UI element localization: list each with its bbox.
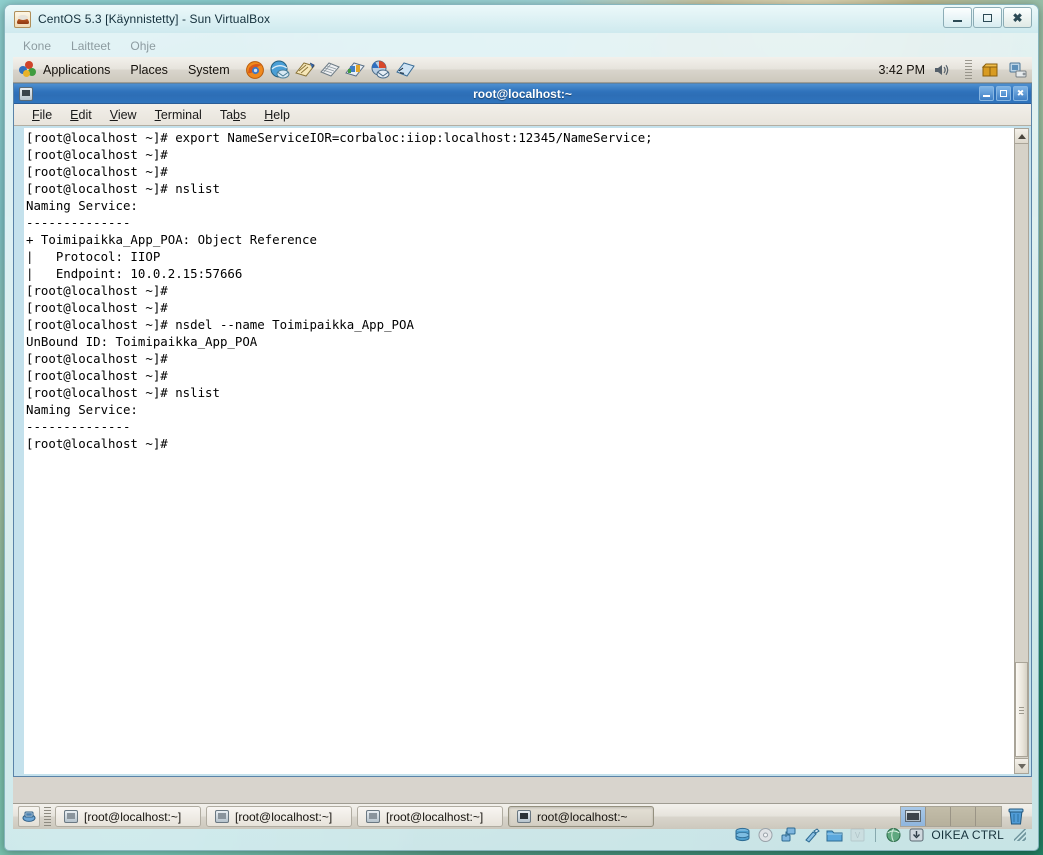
terminal-menu-edit[interactable]: Edit — [62, 106, 100, 124]
terminal-scrollbar[interactable] — [1014, 128, 1029, 774]
vbox-menu-machine[interactable]: Kone — [23, 39, 51, 53]
terminal-menu-tabs[interactable]: Tabs — [212, 106, 254, 124]
terminal-close-button[interactable]: ✖ — [1013, 86, 1028, 101]
terminal-screen[interactable]: [root@localhost ~]# export NameServiceIO… — [24, 128, 1014, 774]
openoffice-impress-launcher-icon[interactable] — [344, 59, 366, 80]
terminal-window-title: root@localhost:~ — [473, 86, 572, 101]
panel-menu-places[interactable]: Places — [128, 61, 170, 79]
task-button-label: [root@localhost:~] — [235, 809, 333, 824]
scrollbar-thumb[interactable] — [1015, 662, 1028, 757]
evolution-launcher-icon[interactable] — [269, 59, 291, 80]
gnome-panel-launchers — [244, 59, 416, 80]
resize-grip-icon[interactable] — [1014, 829, 1026, 841]
vbox-menu-devices[interactable]: Laitteet — [71, 39, 110, 53]
shared-folders-icon[interactable] — [826, 827, 843, 843]
help-launcher-icon[interactable] — [369, 59, 391, 80]
maximize-icon — [983, 13, 992, 22]
scroll-up-icon[interactable] — [1015, 129, 1028, 144]
svg-text:V: V — [855, 831, 861, 840]
panel-menu-applications[interactable]: Applications — [41, 61, 112, 79]
virtualbox-titlebar[interactable]: CentOS 5.3 [Käynnistetty] - Sun VirtualB… — [5, 5, 1038, 33]
openoffice-calc-launcher-icon[interactable] — [319, 59, 341, 80]
task-button-label: root@localhost:~ — [537, 809, 628, 824]
task-button-label: [root@localhost:~] — [84, 809, 182, 824]
terminal-menu-terminal[interactable]: Terminal — [147, 106, 210, 124]
virtualbox-window-title: CentOS 5.3 [Käynnistetty] - Sun VirtualB… — [38, 12, 271, 26]
scroll-down-icon[interactable] — [1015, 758, 1028, 773]
task-button-label: [root@localhost:~] — [386, 809, 484, 824]
firefox-launcher-icon[interactable] — [244, 59, 266, 80]
package-updater-icon[interactable] — [980, 60, 1000, 80]
host-key-label: OIKEA CTRL — [931, 828, 1004, 842]
chevron-down-icon — [1017, 763, 1026, 769]
terminal-minimize-button[interactable] — [979, 86, 994, 101]
panel-menu-system[interactable]: System — [186, 61, 232, 79]
cd-dvd-icon[interactable] — [757, 827, 774, 843]
close-button[interactable]: ✖ — [1003, 7, 1032, 28]
panel-drawer-grip[interactable] — [965, 59, 972, 80]
virtualbox-window-buttons: ✖ — [943, 7, 1032, 28]
virtualization-icon[interactable] — [885, 827, 902, 843]
terminal-body: [root@localhost ~]# export NameServiceIO… — [14, 126, 1031, 776]
network-icon[interactable] — [780, 827, 797, 843]
virtualbox-statusbar: V OIKEA CTRL — [13, 824, 1032, 846]
terminal-maximize-button[interactable] — [996, 86, 1011, 101]
terminal-menu-view[interactable]: View — [102, 106, 145, 124]
panel-clock[interactable]: 3:42 PM — [878, 63, 925, 77]
minimize-icon — [983, 95, 990, 97]
terminal-menubar: File Edit View Terminal Tabs Help — [14, 104, 1031, 126]
statusbar-divider — [875, 828, 877, 842]
maximize-icon — [1000, 90, 1007, 97]
vrdp-icon[interactable]: V — [849, 827, 866, 843]
gnome-foot-icon[interactable] — [19, 61, 36, 78]
gnome-panel-tray: 3:42 PM — [878, 59, 1032, 80]
minimize-icon — [953, 19, 962, 22]
terminal-menu-file[interactable]: File — [24, 106, 60, 124]
virtualbox-window: CentOS 5.3 [Käynnistetty] - Sun VirtualB… — [4, 4, 1039, 851]
close-icon: ✖ — [1016, 88, 1025, 98]
host-key-icon[interactable] — [908, 827, 925, 843]
usb-icon[interactable] — [803, 827, 821, 843]
centos-icon — [14, 10, 31, 28]
volume-icon[interactable] — [933, 62, 951, 78]
workspace-window-thumb — [905, 810, 921, 822]
maximize-button[interactable] — [973, 7, 1002, 28]
minimize-button[interactable] — [943, 7, 972, 28]
terminal-output: [root@localhost ~]# export NameServiceIO… — [26, 130, 653, 451]
terminal-icon — [366, 810, 380, 823]
gnome-panel-menus: Applications Places System — [41, 61, 232, 79]
terminal-icon — [64, 810, 78, 823]
virtualbox-menubar: Kone Laitteet Ohje — [13, 35, 156, 57]
terminal-icon — [517, 810, 531, 823]
terminal-launcher-icon[interactable] — [394, 59, 416, 80]
terminal-window-buttons: ✖ — [979, 86, 1028, 101]
openoffice-writer-launcher-icon[interactable] — [294, 59, 316, 80]
guest-screen: Applications Places System 3:42 PM root@… — [13, 57, 1032, 829]
terminal-icon — [215, 810, 229, 823]
close-icon: ✖ — [1012, 10, 1023, 25]
hard-disk-icon[interactable] — [734, 827, 751, 843]
chevron-up-icon — [1017, 133, 1026, 139]
terminal-titlebar[interactable]: root@localhost:~ ✖ — [14, 84, 1031, 104]
terminal-menu-help[interactable]: Help — [256, 106, 298, 124]
terminal-window: root@localhost:~ ✖ File Edit View Termin… — [13, 83, 1032, 777]
network-manager-icon[interactable] — [1008, 60, 1028, 80]
gnome-top-panel: Applications Places System 3:42 PM — [13, 57, 1032, 83]
vbox-menu-help[interactable]: Ohje — [130, 39, 155, 53]
